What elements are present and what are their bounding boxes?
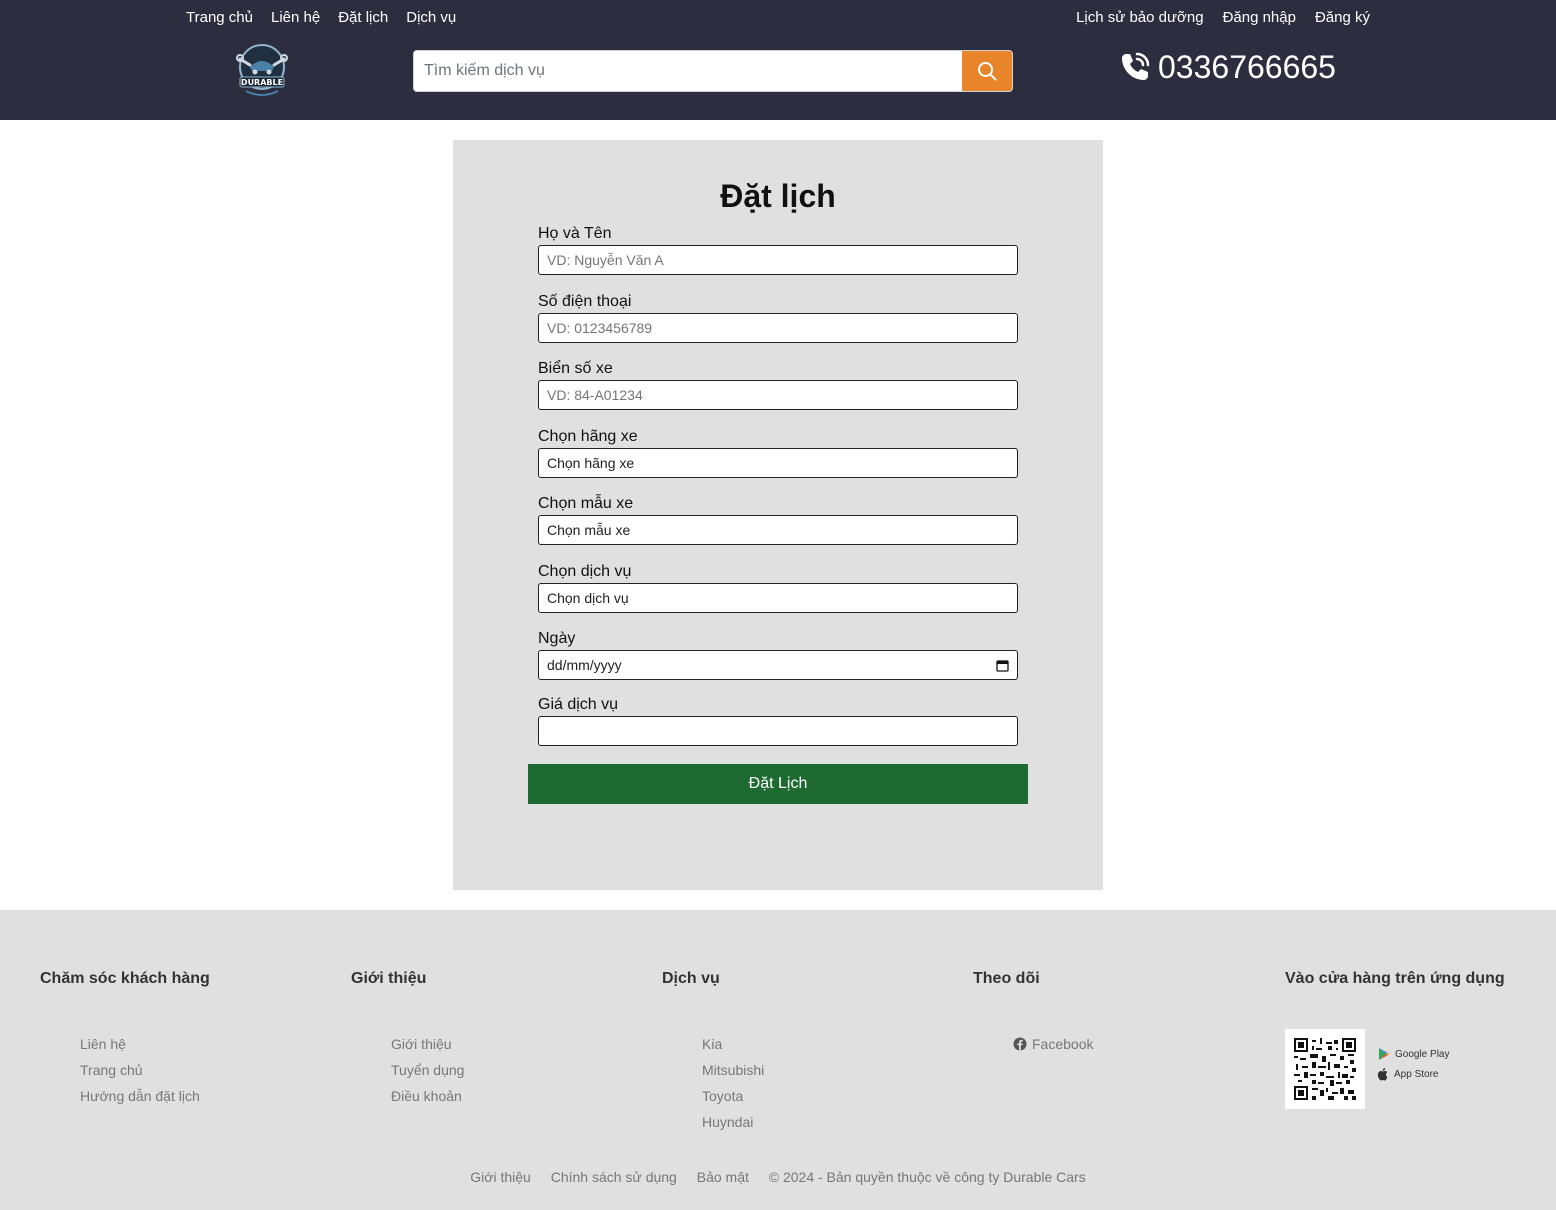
date-input[interactable]: dd/mm/yyyy (538, 650, 1018, 680)
footer-link[interactable]: Mitsubishi (702, 1057, 764, 1083)
full-name-label: Họ và Tên (538, 225, 612, 242)
brand-label: Chọn hãng xe (538, 428, 638, 445)
model-field: Chọn mẫu xe Chọn mẫu xe (538, 494, 1018, 545)
facebook-label: Facebook (1032, 1036, 1094, 1052)
site-logo[interactable]: DURABLE (232, 39, 292, 101)
service-field: Chọn dịch vụ Chọn dịch vụ (538, 562, 1018, 613)
nav-contact-link[interactable]: Liên hệ (271, 9, 320, 27)
search-button[interactable] (962, 51, 1012, 91)
date-label: Ngày (538, 630, 576, 647)
footer-link[interactable]: Hướng dẫn đặt lịch (80, 1083, 210, 1109)
nav-login-link[interactable]: Đăng nhập (1223, 9, 1296, 27)
footer-link[interactable]: Liên hệ (80, 1031, 210, 1057)
brand-select[interactable]: Chọn hãng xe (538, 448, 1018, 478)
footer-about-link[interactable]: Giới thiệu (470, 1169, 531, 1185)
footer-col-title: Chăm sóc khách hàng (40, 970, 210, 987)
footer-link[interactable]: Kia (702, 1031, 764, 1057)
footer-col-follow: Theo dõi Facebook (973, 969, 1093, 1057)
price-input[interactable] (538, 716, 1018, 746)
store-badges: Google Play App Store (1377, 1029, 1449, 1109)
footer-link[interactable]: Trang chủ (80, 1057, 210, 1083)
nav-booking-link[interactable]: Đặt lịch (338, 9, 388, 27)
service-select[interactable]: Chọn dịch vụ (538, 583, 1018, 613)
nav-register-link[interactable]: Đăng ký (1315, 9, 1370, 27)
footer-bottom-bar: Giới thiệu Chính sách sử dụng Bảo mật © … (0, 1169, 1556, 1185)
footer-col-title: Dịch vụ (662, 970, 720, 987)
book-submit-button[interactable]: Đặt Lịch (528, 764, 1028, 804)
plate-field: Biển số xe VD: 84-A01234 (538, 359, 1018, 410)
phone-field: Số điện thoại VD: 0123456789 (538, 292, 1018, 343)
site-header: Trang chủ Liên hệ Đặt lịch Dịch vụ Lịch … (0, 0, 1556, 120)
footer-col-title: Giới thiệu (351, 970, 427, 987)
facebook-link[interactable]: Facebook (1013, 1031, 1093, 1057)
app-store-label: App Store (1394, 1068, 1439, 1080)
full-name-field: Họ và Tên VD: Nguyễn Văn A (538, 224, 1018, 275)
price-label: Giá dịch vụ (538, 696, 619, 713)
nav-services-link[interactable]: Dịch vụ (406, 9, 456, 27)
date-input-value: dd/mm/yyyy (547, 657, 622, 673)
price-field: Giá dịch vụ (538, 695, 1018, 746)
footer-col-app: Vào cửa hàng trên ứng dụng (1285, 969, 1505, 989)
site-footer: Chăm sóc khách hàng Liên hệ Trang chủ Hư… (0, 910, 1556, 1210)
search-bar (413, 50, 1013, 92)
date-field: Ngày dd/mm/yyyy (538, 629, 1018, 680)
nav-home-link[interactable]: Trang chủ (186, 9, 253, 27)
svg-text:DURABLE: DURABLE (241, 78, 283, 87)
footer-link[interactable]: Toyota (702, 1083, 764, 1109)
google-play-icon (1379, 1048, 1390, 1060)
footer-col-title: Theo dõi (973, 970, 1040, 987)
phone-input[interactable]: VD: 0123456789 (538, 313, 1018, 343)
google-play-label: Google Play (1395, 1048, 1450, 1060)
phone-call-icon (1122, 52, 1150, 80)
app-store-badge[interactable]: App Store (1377, 1067, 1449, 1081)
phone-label: Số điện thoại (538, 293, 632, 310)
apple-icon (1377, 1068, 1388, 1081)
form-title: Đặt lịch (720, 178, 836, 214)
phone-number: 0336766665 (1158, 49, 1336, 85)
footer-link[interactable]: Huyndai (702, 1109, 764, 1135)
hotline[interactable]: 0336766665 (1118, 48, 1336, 86)
main-nav: Trang chủ Liên hệ Đặt lịch Dịch vụ (186, 9, 456, 27)
footer-link[interactable]: Giới thiệu (391, 1031, 464, 1057)
model-label: Chọn mẫu xe (538, 495, 634, 512)
plate-label: Biển số xe (538, 360, 613, 377)
copyright-text: © 2024 - Bản quyền thuộc về công ty Dura… (768, 1169, 1086, 1185)
search-input[interactable] (414, 51, 962, 91)
qr-code (1285, 1029, 1365, 1109)
service-label: Chọn dịch vụ (538, 563, 632, 580)
footer-link[interactable]: Điều khoản (391, 1083, 464, 1109)
footer-policy-link[interactable]: Chính sách sử dụng (551, 1169, 677, 1185)
footer-link[interactable]: Tuyển dụng (391, 1057, 464, 1083)
brand-field: Chọn hãng xe Chọn hãng xe (538, 427, 1018, 478)
footer-col-title: Vào cửa hàng trên ứng dụng (1285, 970, 1505, 987)
search-icon (978, 62, 997, 81)
footer-col-services: Dịch vụ Kia Mitsubishi Toyota Huyndai (662, 969, 764, 1135)
footer-privacy-link[interactable]: Bảo mật (697, 1169, 749, 1185)
footer-col-customer-care: Chăm sóc khách hàng Liên hệ Trang chủ Hư… (40, 969, 210, 1109)
app-store-block: Google Play App Store (1285, 1029, 1449, 1109)
account-nav: Lịch sử bảo dưỡng Đăng nhập Đăng ký (1076, 9, 1370, 27)
model-select[interactable]: Chọn mẫu xe (538, 515, 1018, 545)
calendar-icon[interactable] (996, 659, 1009, 672)
footer-col-about: Giới thiệu Giới thiệu Tuyển dụng Điều kh… (351, 969, 464, 1109)
nav-history-link[interactable]: Lịch sử bảo dưỡng (1076, 9, 1204, 27)
plate-input[interactable]: VD: 84-A01234 (538, 380, 1018, 410)
google-play-badge[interactable]: Google Play (1377, 1047, 1449, 1061)
full-name-input[interactable]: VD: Nguyễn Văn A (538, 245, 1018, 275)
facebook-icon (1013, 1037, 1027, 1051)
